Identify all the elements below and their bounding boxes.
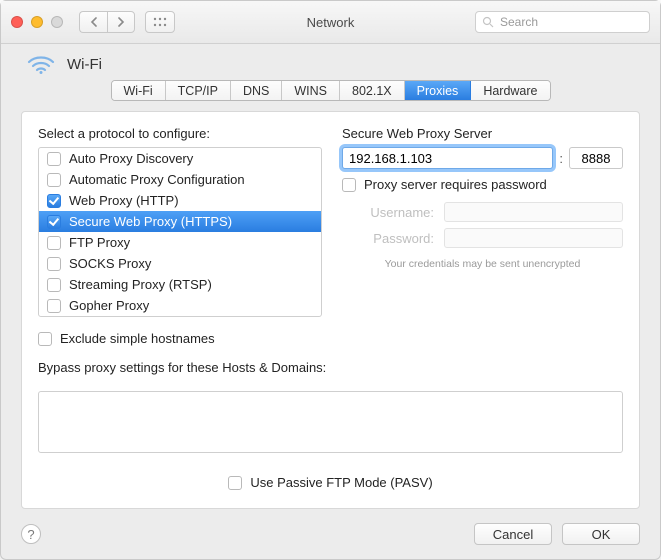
requires-password-row[interactable]: Proxy server requires password — [342, 177, 623, 192]
protocol-row[interactable]: Secure Web Proxy (HTTPS) — [39, 211, 321, 232]
window-controls — [11, 16, 63, 28]
protocol-label: Secure Web Proxy (HTTPS) — [69, 214, 232, 229]
protocol-checkbox[interactable] — [47, 278, 61, 292]
nav-buttons — [79, 11, 135, 33]
requires-password-label: Proxy server requires password — [364, 177, 547, 192]
pasv-checkbox[interactable] — [228, 476, 242, 490]
credentials-note: Your credentials may be sent unencrypted — [342, 258, 623, 270]
exclude-hostnames-label: Exclude simple hostnames — [60, 331, 215, 346]
exclude-hostnames-row[interactable]: Exclude simple hostnames — [38, 331, 623, 346]
forward-button[interactable] — [107, 11, 135, 33]
minimize-window-button[interactable] — [31, 16, 43, 28]
protocol-row[interactable]: FTP Proxy — [39, 232, 321, 253]
pasv-label: Use Passive FTP Mode (PASV) — [250, 475, 432, 490]
back-button[interactable] — [79, 11, 107, 33]
show-all-button[interactable] — [145, 11, 175, 33]
zoom-window-button[interactable] — [51, 16, 63, 28]
window-body: Wi-Fi Wi-FiTCP/IPDNSWINS802.1XProxiesHar… — [1, 44, 660, 559]
close-window-button[interactable] — [11, 16, 23, 28]
protocol-list[interactable]: Auto Proxy Discovery Automatic Proxy Conf… — [38, 147, 322, 317]
connection-name: Wi-Fi — [67, 56, 102, 73]
protocol-label: Streaming Proxy (RTSP) — [69, 277, 212, 292]
protocol-label: Automatic Proxy Configuration — [69, 172, 245, 187]
proxy-host-input[interactable] — [342, 147, 553, 169]
wifi-icon — [27, 54, 55, 74]
protocol-checkbox[interactable] — [47, 257, 61, 271]
protocol-row[interactable]: Streaming Proxy (RTSP) — [39, 274, 321, 295]
ok-button[interactable]: OK — [562, 523, 640, 545]
proxy-port-input[interactable] — [569, 147, 623, 169]
protocol-row[interactable]: Auto Proxy Discovery — [39, 148, 321, 169]
tab-tcp-ip[interactable]: TCP/IP — [166, 81, 231, 100]
cancel-button[interactable]: Cancel — [474, 523, 552, 545]
help-button[interactable]: ? — [21, 524, 41, 544]
server-heading: Secure Web Proxy Server — [342, 126, 623, 141]
search-placeholder: Search — [500, 15, 538, 29]
protocol-label: Gopher Proxy — [69, 298, 149, 313]
password-label: Password: — [342, 231, 434, 246]
protocol-row[interactable]: SOCKS Proxy — [39, 253, 321, 274]
tab-segmented-control: Wi-FiTCP/IPDNSWINS802.1XProxiesHardware — [111, 80, 551, 101]
titlebar: Network Search — [1, 1, 660, 44]
protocol-label: SOCKS Proxy — [69, 256, 151, 271]
protocol-checkbox[interactable] — [47, 215, 61, 229]
grid-icon — [153, 17, 167, 27]
search-icon — [482, 16, 494, 28]
username-label: Username: — [342, 205, 434, 220]
protocol-heading: Select a protocol to configure: — [38, 126, 322, 141]
search-input[interactable]: Search — [475, 11, 650, 33]
chevron-right-icon — [117, 17, 125, 27]
protocol-label: Auto Proxy Discovery — [69, 151, 193, 166]
protocol-checkbox[interactable] — [47, 152, 61, 166]
exclude-hostnames-checkbox[interactable] — [38, 332, 52, 346]
password-input — [444, 228, 623, 248]
network-preferences-window: Network Search Wi-Fi Wi-FiTCP/IPDNSWINS8… — [0, 0, 661, 560]
protocol-row[interactable]: Gopher Proxy — [39, 295, 321, 316]
footer: ? Cancel OK — [1, 509, 660, 559]
protocol-checkbox[interactable] — [47, 299, 61, 313]
tabs-row: Wi-FiTCP/IPDNSWINS802.1XProxiesHardware — [1, 80, 660, 111]
protocol-label: FTP Proxy — [69, 235, 130, 250]
chevron-left-icon — [90, 17, 98, 27]
protocol-row[interactable]: Automatic Proxy Configuration — [39, 169, 321, 190]
bypass-label: Bypass proxy settings for these Hosts & … — [38, 360, 623, 375]
tab-proxies[interactable]: Proxies — [405, 81, 472, 100]
tab-802-1x[interactable]: 802.1X — [340, 81, 405, 100]
protocol-checkbox[interactable] — [47, 236, 61, 250]
tab-dns[interactable]: DNS — [231, 81, 282, 100]
requires-password-checkbox[interactable] — [342, 178, 356, 192]
tab-wi-fi[interactable]: Wi-Fi — [112, 81, 166, 100]
protocol-label: Web Proxy (HTTP) — [69, 193, 179, 208]
host-port-separator: : — [559, 151, 563, 166]
connection-header: Wi-Fi — [1, 44, 660, 80]
protocol-checkbox[interactable] — [47, 173, 61, 187]
protocol-checkbox[interactable] — [47, 194, 61, 208]
proxies-panel: Select a protocol to configure: Auto Pro… — [21, 111, 640, 509]
bypass-textarea[interactable] — [38, 391, 623, 453]
tab-hardware[interactable]: Hardware — [471, 81, 549, 100]
protocol-row[interactable]: Web Proxy (HTTP) — [39, 190, 321, 211]
tab-wins[interactable]: WINS — [282, 81, 340, 100]
username-input — [444, 202, 623, 222]
pasv-row[interactable]: Use Passive FTP Mode (PASV) — [38, 463, 623, 492]
